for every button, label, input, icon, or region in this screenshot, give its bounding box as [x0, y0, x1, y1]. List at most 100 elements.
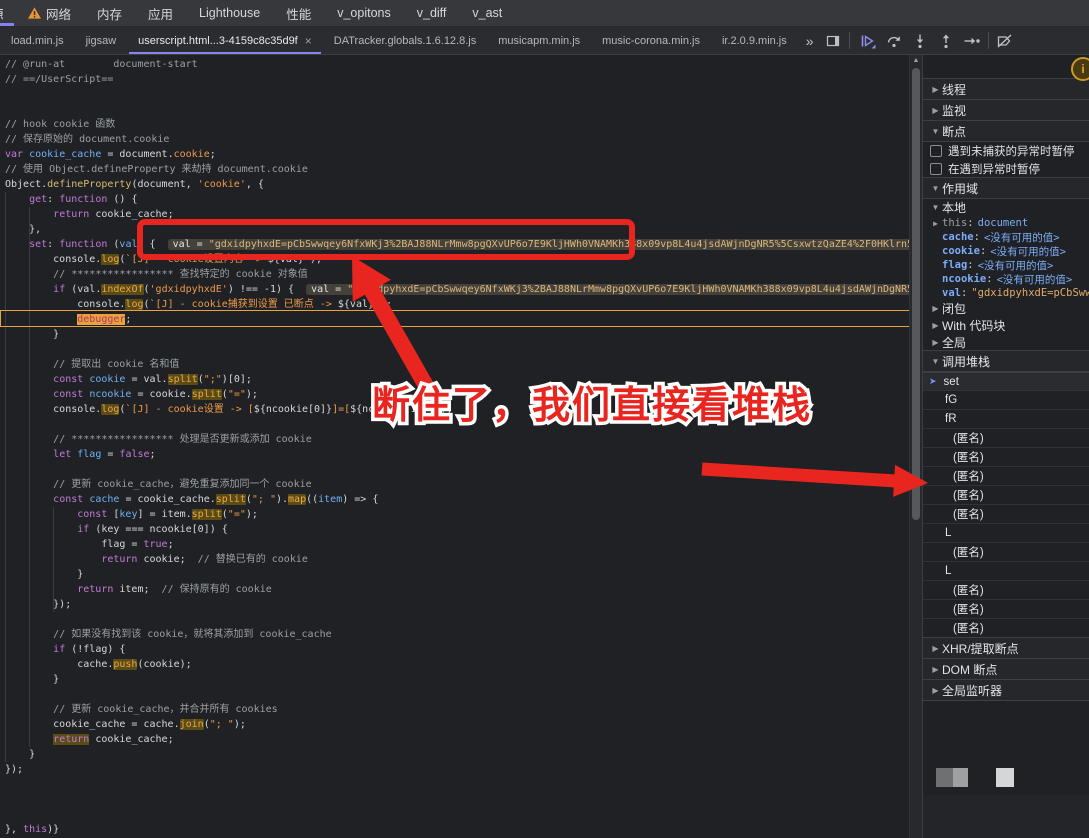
code-line: if (val.indexOf('gdxidpyhxdE') !== -1) {… — [5, 282, 908, 297]
panel-tab-sources-clipped[interactable]: 源 — [0, 0, 14, 26]
callstack-frame-(匿名)[interactable]: (匿名) — [923, 467, 1089, 486]
file-tab-load.min.js[interactable]: load.min.js — [0, 27, 75, 54]
scope-group-全局[interactable]: ▶全局 — [923, 334, 1089, 351]
panel-tab-v_ast[interactable]: v_ast — [459, 0, 515, 26]
step-into-icon — [912, 33, 928, 49]
panel-tab-label: 性能 — [286, 4, 311, 23]
breakpoint-option-row: 在遇到异常时暂停 — [923, 160, 1089, 178]
variable-name: this — [942, 217, 967, 229]
scope-group-With 代码块[interactable]: ▶With 代码块 — [923, 317, 1089, 334]
close-tab-icon[interactable]: × — [305, 34, 312, 48]
chevron-right-icon: ▶ — [929, 665, 942, 674]
panel-tab-label: v_opitons — [337, 6, 391, 20]
file-tab-music-corona.min.js[interactable]: music-corona.min.js — [591, 27, 711, 54]
sidebar-section-线程[interactable]: ▶线程 — [923, 78, 1089, 100]
frame-label: (匿名) — [953, 487, 984, 503]
file-tab-musicapm.min.js[interactable]: musicapm.min.js — [487, 27, 591, 54]
file-tab-jigsaw[interactable]: jigsaw — [75, 27, 128, 54]
scope-group-本地[interactable]: ▼本地 — [923, 199, 1089, 216]
chevron-right-icon: ▶ — [929, 106, 942, 115]
callstack-frame-fR[interactable]: fR — [923, 410, 1089, 429]
frame-label: (匿名) — [953, 449, 984, 465]
code-line: // 如果没有找到该 cookie，就将其添加到 cookie_cache — [5, 627, 908, 642]
debug-controls — [855, 27, 1018, 54]
colon: : — [974, 231, 980, 243]
checkbox[interactable] — [930, 145, 942, 157]
sidebar-section-断点[interactable]: ▼断点 — [923, 120, 1089, 142]
variable-value: document — [978, 217, 1029, 229]
sidebar-section-XHR/提取断点[interactable]: ▶XHR/提取断点 — [923, 637, 1089, 659]
code-lines: // @run-at document-start// ==/UserScrip… — [5, 57, 908, 837]
callstack-frame-L[interactable]: L — [923, 524, 1089, 543]
panel-tab-性能[interactable]: 性能 — [273, 0, 324, 26]
sidebar-section-DOM 断点[interactable]: ▶DOM 断点 — [923, 658, 1089, 680]
section-label: 调用堆栈 — [942, 353, 990, 370]
step-into-button[interactable] — [907, 27, 933, 54]
variable-name: cookie — [942, 245, 980, 257]
variable-value: <没有可用的值> — [978, 258, 1054, 272]
scope-variable-flag[interactable]: flag:<没有可用的值> — [923, 258, 1089, 272]
callstack-frame-set[interactable]: ➤set — [923, 372, 1089, 391]
panel-tab-应用[interactable]: 应用 — [135, 0, 186, 26]
callstack-frame-(匿名)[interactable]: (匿名) — [923, 448, 1089, 467]
active-panel-underline — [0, 23, 14, 26]
scrollbar-thumb[interactable] — [912, 68, 920, 520]
warning-icon — [27, 6, 42, 20]
section-label: XHR/提取断点 — [942, 640, 1019, 657]
callstack-frame-(匿名)[interactable]: (匿名) — [923, 486, 1089, 505]
more-tabs-button[interactable]: » — [798, 27, 820, 54]
sidebar-section-全局监听器[interactable]: ▶全局监听器 — [923, 679, 1089, 701]
panel-tab-网络[interactable]: 网络 — [14, 0, 84, 26]
panel-tab-内存[interactable]: 内存 — [84, 0, 135, 26]
code-line: if (key === ncookie[0]) { — [5, 522, 908, 537]
callstack-frame-(匿名)[interactable]: (匿名) — [923, 619, 1089, 638]
resume-script-icon — [859, 33, 876, 49]
info-icon[interactable]: i — [1071, 57, 1089, 81]
scope-group-闭包[interactable]: ▶闭包 — [923, 300, 1089, 317]
checkbox[interactable] — [930, 163, 942, 175]
section-label: 断点 — [942, 123, 966, 140]
code-line: // ***************** 查找特定的 cookie 对象值 — [5, 267, 908, 282]
deactivate-breakpoints-button[interactable] — [992, 27, 1018, 54]
callstack-frame-(匿名)[interactable]: (匿名) — [923, 429, 1089, 448]
panel-tab-v_opitons[interactable]: v_opitons — [324, 0, 404, 26]
resume-script-button[interactable] — [855, 27, 881, 54]
callstack-frame-L[interactable]: L — [923, 562, 1089, 581]
scope-variable-this[interactable]: ▶this:document — [923, 216, 1089, 230]
code-line: // 更新 cookie_cache，并合并所有 cookies — [5, 702, 908, 717]
panel-tab-label: 网络 — [46, 4, 71, 23]
scope-variable-val[interactable]: val:"gdxidpyhxdE=pCbSwwqe — [923, 286, 1089, 300]
sidebar-section-调用堆栈[interactable]: ▼调用堆栈 — [923, 350, 1089, 372]
panel-tab-v_diff[interactable]: v_diff — [404, 0, 460, 26]
frame-label: (匿名) — [953, 544, 984, 560]
sidebar-section-作用域[interactable]: ▼作用域 — [923, 177, 1089, 199]
scope-variable-cookie[interactable]: cookie:<没有可用的值> — [923, 244, 1089, 258]
scope-variable-ncookie[interactable]: ncookie:<没有可用的值> — [923, 272, 1089, 286]
debugger-sidebar: i ▶线程▶监视▼断点遇到未捕获的异常时暂停在遇到异常时暂停▼作用域▼本地▶th… — [922, 55, 1089, 838]
file-tab-ir.2.0.9.min.js[interactable]: ir.2.0.9.min.js — [711, 27, 798, 54]
code-line: } — [5, 567, 908, 582]
code-line: // 保存原始的 document.cookie — [5, 132, 908, 147]
file-tab-DATracker.globals.1.6.12.8.js[interactable]: DATracker.globals.1.6.12.8.js — [323, 27, 487, 54]
vertical-scrollbar[interactable]: ▲ — [909, 55, 922, 838]
variable-name: cache — [942, 231, 974, 243]
step-over-button[interactable] — [881, 27, 907, 54]
callstack-frame-(匿名)[interactable]: (匿名) — [923, 543, 1089, 562]
scroll-up-arrow[interactable]: ▲ — [910, 55, 922, 67]
callstack-frame-fG[interactable]: fG — [923, 391, 1089, 410]
chevron-down-icon: ▼ — [929, 127, 942, 136]
file-tab-label: jigsaw — [86, 35, 117, 47]
step-button[interactable] — [959, 27, 985, 54]
callstack-frame-(匿名)[interactable]: (匿名) — [923, 581, 1089, 600]
breakpoint-option-row: 遇到未捕获的异常时暂停 — [923, 142, 1089, 160]
panel-tab-Lighthouse[interactable]: Lighthouse — [186, 0, 273, 26]
callstack-frame-(匿名)[interactable]: (匿名) — [923, 505, 1089, 524]
hide-navigator-button[interactable] — [820, 27, 846, 54]
file-tab-userscript.html...3-4159c8c35d9f[interactable]: userscript.html...3-4159c8c35d9f× — [127, 27, 323, 54]
step-icon — [963, 33, 981, 49]
step-out-button[interactable] — [933, 27, 959, 54]
sidebar-section-监视[interactable]: ▶监视 — [923, 99, 1089, 121]
scope-variable-cache[interactable]: cache:<没有可用的值> — [923, 230, 1089, 244]
callstack-frame-(匿名)[interactable]: (匿名) — [923, 600, 1089, 619]
panel-tab-label: Lighthouse — [199, 6, 260, 20]
